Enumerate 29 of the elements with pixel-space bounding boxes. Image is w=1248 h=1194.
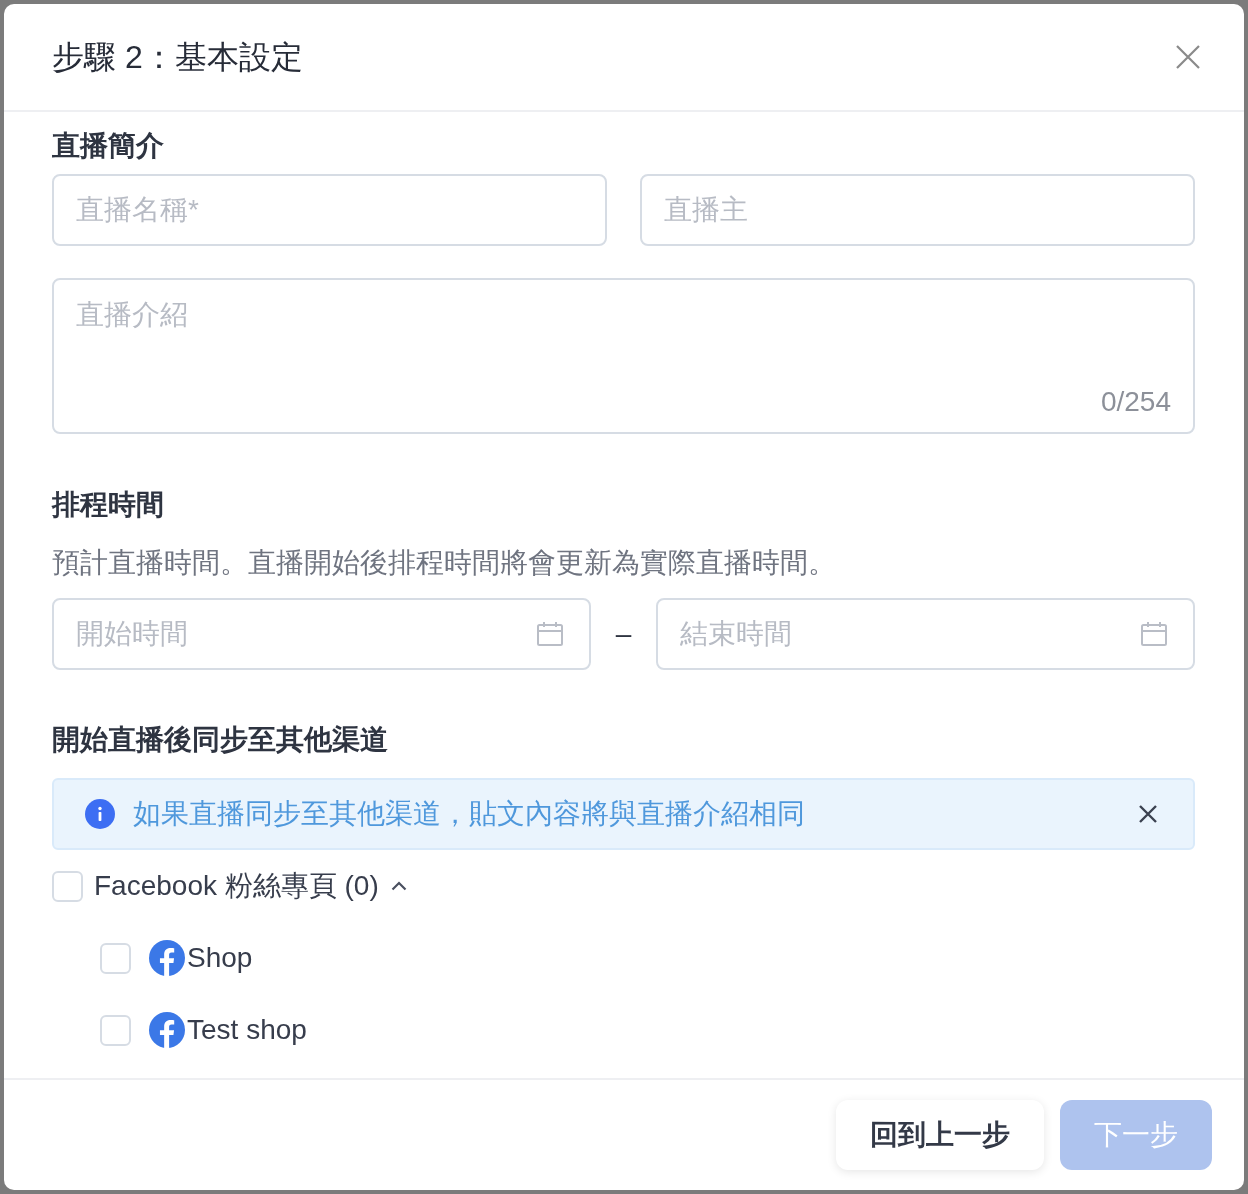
checkbox[interactable] [100, 1014, 131, 1046]
calendar-icon[interactable] [1141, 622, 1167, 646]
dismiss-button[interactable] [1138, 804, 1158, 824]
name-input-field[interactable]: 直播名稱* [52, 174, 607, 246]
facebook-icon [149, 1012, 185, 1048]
channel-group-label: Facebook 粉絲專頁 (0) [94, 869, 379, 903]
character-counter: 0/254 [1100, 385, 1171, 419]
facebook-icon [149, 940, 185, 976]
host-input-field[interactable]: 直播主 [640, 174, 1195, 246]
section-heading: 直播簡介 [52, 129, 165, 163]
info-message: 如果直播同步至其他渠道，貼文內容將與直播介紹相同 [133, 797, 806, 831]
end-time-field[interactable]: 結束時間 [656, 598, 1195, 670]
dialog-title: 步驟 2：基本設定 [52, 38, 303, 77]
info-icon [85, 799, 115, 829]
schedule-hint: 預計直播時間。直播開始後排程時間將會更新為實際直播時間。 [52, 546, 837, 580]
start-time-field[interactable]: 開始時間 [52, 598, 591, 670]
close-icon [1138, 804, 1158, 824]
checkbox[interactable] [52, 870, 83, 902]
section-heading: 開始直播後同步至其他渠道 [52, 723, 389, 757]
section-heading: 排程時間 [52, 488, 165, 522]
range-separator: – [615, 617, 632, 651]
close-icon [1176, 45, 1200, 69]
checkbox[interactable] [100, 942, 131, 974]
back-button[interactable]: 回到上一步 [836, 1100, 1044, 1170]
close-button[interactable] [1176, 45, 1200, 69]
calendar-icon[interactable] [537, 622, 563, 646]
page-name: Shop [187, 941, 253, 975]
page-name: Test shop [187, 1013, 307, 1047]
caret-icon[interactable] [390, 881, 407, 891]
